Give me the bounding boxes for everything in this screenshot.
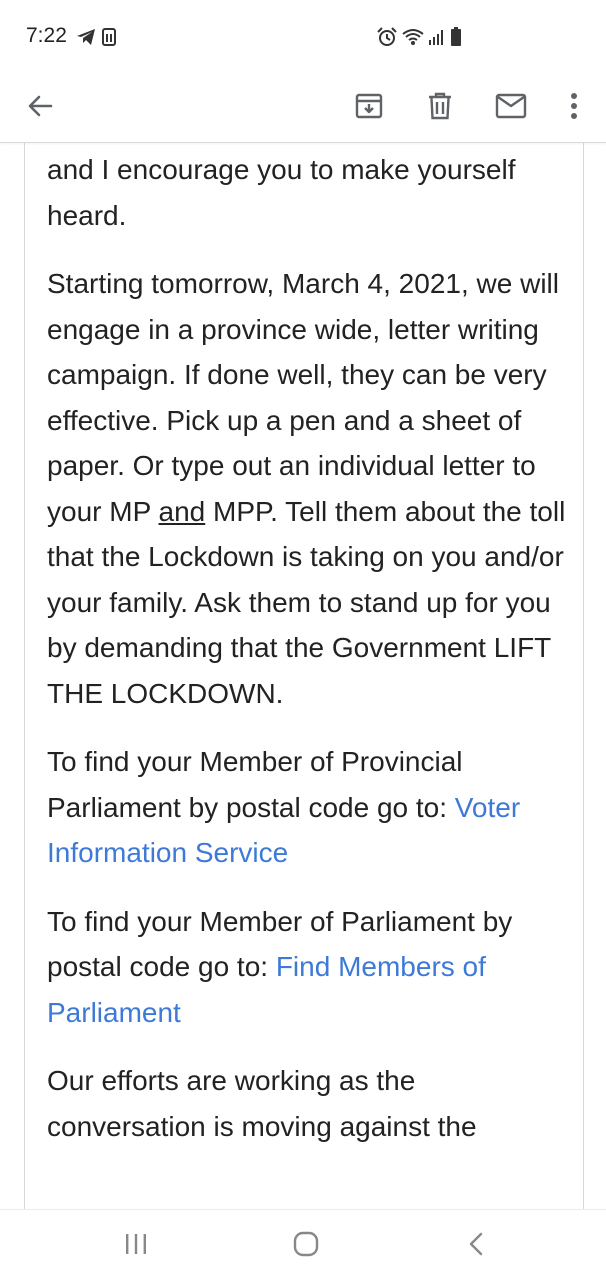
mail-icon (495, 93, 527, 124)
email-body-text: and I encourage you to make yourself hea… (47, 147, 569, 1172)
nav-back-icon (466, 1231, 486, 1262)
status-right-icons (376, 26, 462, 48)
more-vert-icon (570, 92, 578, 125)
paragraph-efforts: Our efforts are working as the conversat… (47, 1065, 477, 1142)
provincial-text: To find your Member of Provincial Parlia… (47, 746, 463, 823)
home-icon (292, 1230, 320, 1263)
archive-icon (355, 92, 383, 125)
recents-button[interactable] (112, 1224, 160, 1268)
wifi-icon (402, 28, 424, 46)
signal-icon (428, 28, 446, 46)
delete-button[interactable] (414, 82, 466, 134)
underlined-and: and (158, 495, 206, 527)
paragraph-federal: To find your Member of Parliament by pos… (47, 899, 569, 1036)
alarm-icon (376, 27, 398, 47)
telegram-icon (76, 28, 96, 46)
sim-icon (102, 28, 116, 46)
mark-unread-button[interactable] (485, 82, 537, 134)
recents-icon (123, 1232, 149, 1261)
trash-icon (427, 92, 453, 125)
email-body: and I encourage you to make yourself hea… (24, 142, 584, 1209)
campaign-text-start: Starting tomorrow, March 4, 2021, we wil… (47, 268, 559, 527)
back-button[interactable] (14, 82, 66, 134)
status-left-icons (76, 26, 116, 48)
paragraph-campaign: Starting tomorrow, March 4, 2021, we wil… (47, 261, 569, 716)
archive-button[interactable] (343, 82, 395, 134)
home-button[interactable] (282, 1224, 330, 1268)
email-toolbar (0, 74, 606, 143)
status-time: 7:22 (26, 24, 67, 47)
arrow-back-icon (26, 92, 54, 125)
battery-icon (450, 27, 462, 47)
more-options-button[interactable] (548, 82, 600, 134)
status-bar: 7:22 (0, 0, 606, 74)
campaign-text-end: MPP. Tell them about the toll that the L… (47, 495, 566, 709)
paragraph-encourage: and I encourage you to make yourself hea… (47, 154, 516, 231)
system-back-button[interactable] (452, 1224, 500, 1268)
screen: 7:22 and I encourage you to make yoursel… (0, 0, 606, 1280)
paragraph-provincial: To find your Member of Provincial Parlia… (47, 739, 569, 876)
navigation-bar (0, 1209, 606, 1280)
